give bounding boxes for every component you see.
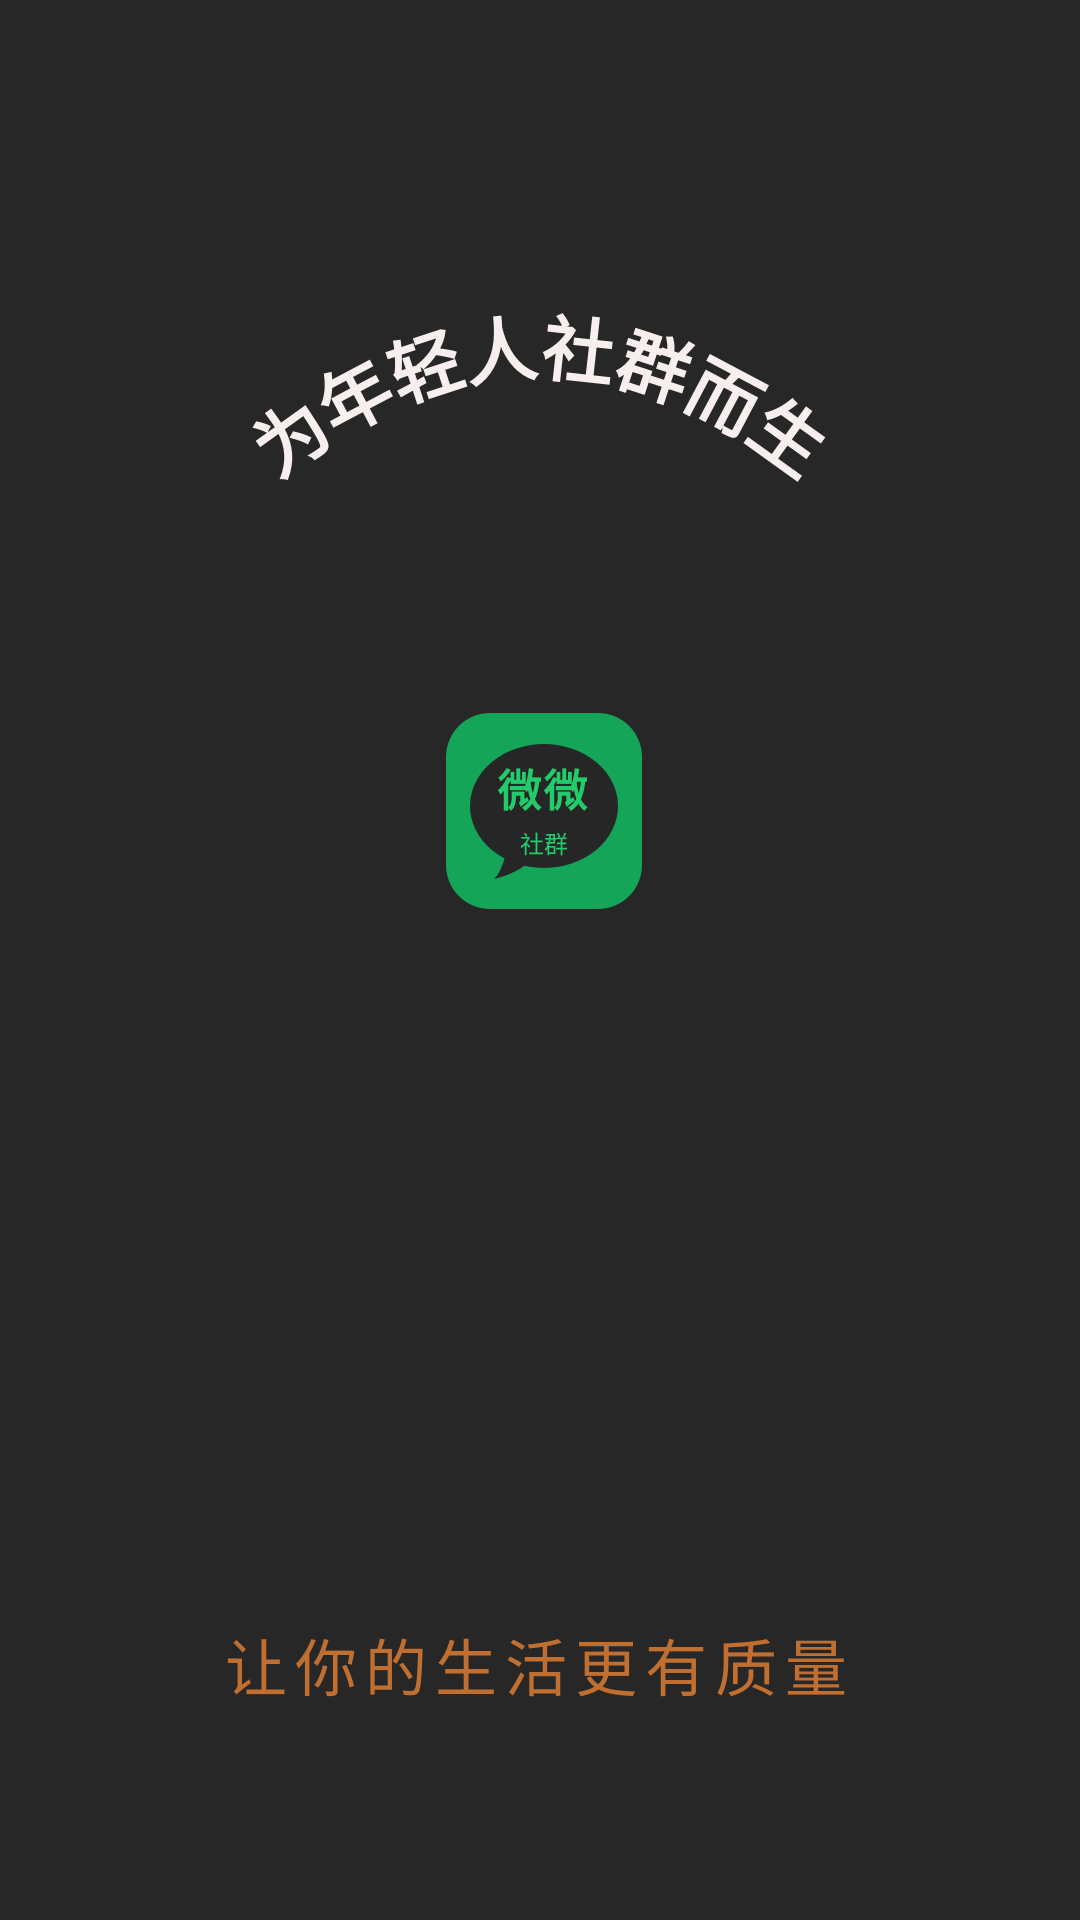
logo-title: 微微 (498, 766, 590, 817)
tagline-text-span: 为年轻人社群而生 (239, 306, 842, 493)
app-logo: 微微 社群 (446, 713, 642, 909)
tagline-text: 为年轻人社群而生 (239, 306, 842, 493)
tagline-arc: 为年轻人社群而生 (239, 306, 842, 493)
splash-screen: 为年轻人社群而生 微微 社群 让你的生活更有质量 (0, 0, 1080, 1920)
slogan-text: 让你的生活更有质量 (224, 1633, 855, 1706)
logo-subtitle: 社群 (520, 831, 568, 859)
